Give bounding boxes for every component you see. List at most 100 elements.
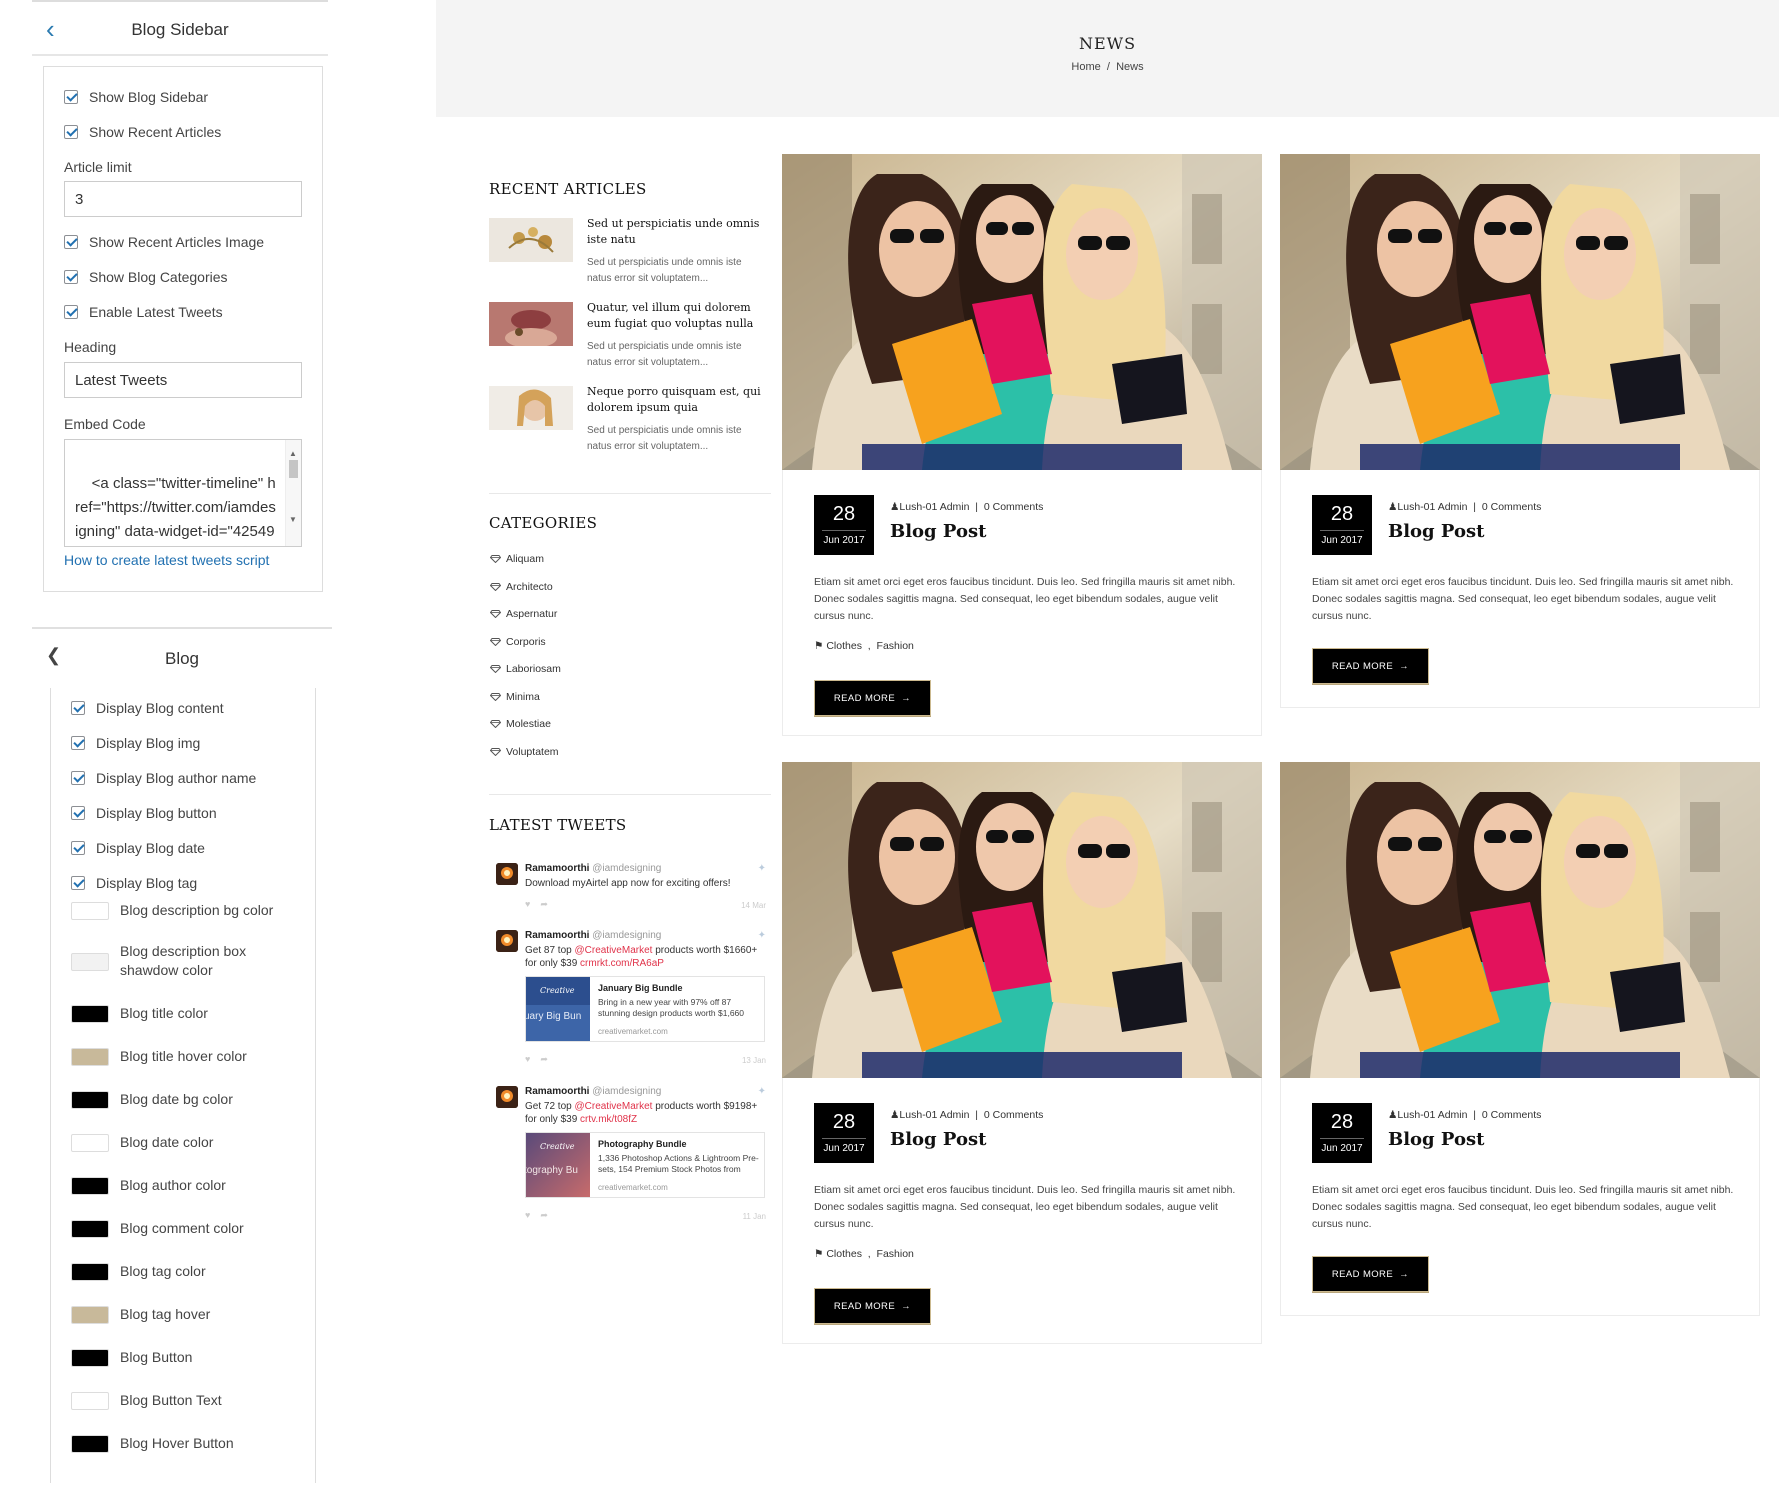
post-title[interactable]: Blog Post bbox=[890, 1129, 986, 1150]
divider bbox=[489, 493, 771, 494]
tweet-actions[interactable]: ♥ ➦ bbox=[525, 899, 548, 910]
mention-link[interactable]: @CreativeMarket bbox=[574, 945, 652, 956]
enable-latest-tweets-checkbox[interactable]: Enable Latest Tweets bbox=[64, 304, 223, 320]
category-link[interactable]: Architecto bbox=[490, 581, 553, 593]
blog-option-checkbox[interactable]: Display Blog author name bbox=[71, 770, 256, 786]
post-image[interactable] bbox=[782, 154, 1262, 470]
color-swatch[interactable] bbox=[71, 1177, 109, 1195]
read-more-button[interactable]: READ MORE → bbox=[1312, 648, 1429, 684]
blog-option-checkbox[interactable]: Display Blog button bbox=[71, 805, 217, 821]
card-desc: Bring in a new year with 97% off 87 stun… bbox=[598, 997, 745, 1018]
color-swatch[interactable] bbox=[71, 1263, 109, 1281]
color-swatch[interactable] bbox=[71, 1091, 109, 1109]
post-comments[interactable]: 0 Comments bbox=[984, 501, 1044, 513]
category-link[interactable]: Laboriosam bbox=[490, 663, 561, 675]
category-link[interactable]: Molestiae bbox=[490, 718, 551, 730]
read-more-button[interactable]: READ MORE → bbox=[814, 1288, 931, 1324]
category-link[interactable]: Corporis bbox=[490, 636, 546, 648]
checkbox-icon[interactable] bbox=[71, 736, 85, 750]
read-more-button[interactable]: READ MORE → bbox=[814, 680, 931, 716]
checkbox-icon[interactable] bbox=[71, 806, 85, 820]
recent-article-thumb[interactable] bbox=[489, 218, 573, 262]
tweet-actions[interactable]: ♥ ➦ bbox=[525, 1054, 548, 1065]
tweet-link[interactable]: crmrkt.com/RA6aP bbox=[580, 958, 664, 969]
post-comments[interactable]: 0 Comments bbox=[984, 1109, 1044, 1121]
color-swatch[interactable] bbox=[71, 1048, 109, 1066]
category-link[interactable]: Aliquam bbox=[490, 553, 544, 565]
show-blog-sidebar-checkbox[interactable]: Show Blog Sidebar bbox=[64, 89, 208, 105]
tweet-author[interactable]: Ramamoorthi @iamdesigning bbox=[525, 1086, 661, 1097]
checkbox-icon[interactable] bbox=[71, 701, 85, 715]
embed-code-textarea[interactable]: <a class="twitter-timeline" href="https:… bbox=[64, 439, 302, 547]
show-recent-articles-checkbox[interactable]: Show Recent Articles bbox=[64, 124, 221, 140]
avatar[interactable] bbox=[496, 1086, 518, 1108]
scrollbar-thumb[interactable] bbox=[289, 460, 298, 478]
color-swatch[interactable] bbox=[71, 1220, 109, 1238]
checkbox-icon[interactable] bbox=[64, 305, 78, 319]
post-title[interactable]: Blog Post bbox=[1388, 521, 1484, 542]
tweet-author[interactable]: Ramamoorthi @iamdesigning bbox=[525, 930, 661, 941]
breadcrumb-home[interactable]: Home bbox=[1071, 61, 1100, 73]
latest-tweets-help-link[interactable]: How to create latest tweets script bbox=[64, 552, 269, 568]
post-author[interactable]: Lush-01 Admin bbox=[1397, 501, 1467, 513]
post-tag-link[interactable]: Clothes bbox=[826, 640, 862, 652]
mention-link[interactable]: @CreativeMarket bbox=[574, 1101, 652, 1112]
read-more-button[interactable]: READ MORE → bbox=[1312, 1256, 1429, 1292]
heading-input[interactable]: Latest Tweets bbox=[64, 362, 302, 398]
tweet-card[interactable]: Creative tography Bu Photography Bundle 1… bbox=[525, 1132, 765, 1198]
post-image[interactable] bbox=[782, 762, 1262, 1078]
post-tag-link[interactable]: Fashion bbox=[877, 1248, 914, 1260]
category-link[interactable]: Minima bbox=[490, 691, 540, 703]
post-body: 28 Jun 2017 ♟Lush-01 Admin | 0 Comments Blo… bbox=[1280, 470, 1760, 708]
blog-option-checkbox[interactable]: Display Blog date bbox=[71, 840, 205, 856]
checkbox-icon[interactable] bbox=[64, 90, 78, 104]
color-swatch[interactable] bbox=[71, 953, 109, 971]
color-swatch[interactable] bbox=[71, 1005, 109, 1023]
textarea-scrollbar[interactable]: ▲ ▼ bbox=[285, 440, 301, 546]
post-comments[interactable]: 0 Comments bbox=[1482, 1109, 1542, 1121]
category-link[interactable]: Aspernatur bbox=[490, 608, 557, 620]
blog-option-checkbox[interactable]: Display Blog content bbox=[71, 700, 224, 716]
blog-sidebar-settings: Show Blog Sidebar Show Recent Articles A… bbox=[43, 66, 323, 592]
post-title[interactable]: Blog Post bbox=[1388, 1129, 1484, 1150]
category-link[interactable]: Voluptatem bbox=[490, 746, 559, 758]
post-author[interactable]: Lush-01 Admin bbox=[899, 501, 969, 513]
avatar[interactable] bbox=[496, 863, 518, 885]
recent-article-title[interactable]: Neque porro quisquam est, qui dolorem ip… bbox=[587, 384, 762, 416]
recent-article-thumb[interactable] bbox=[489, 302, 573, 346]
post-title[interactable]: Blog Post bbox=[890, 521, 986, 542]
recent-article-title[interactable]: Sed ut perspiciatis unde omnis iste natu bbox=[587, 216, 762, 248]
color-swatch[interactable] bbox=[71, 1392, 109, 1410]
checkbox-icon[interactable] bbox=[64, 125, 78, 139]
post-image[interactable] bbox=[1280, 762, 1760, 1078]
color-swatch[interactable] bbox=[71, 1349, 109, 1367]
post-tag-link[interactable]: Clothes bbox=[826, 1248, 862, 1260]
color-swatch[interactable] bbox=[71, 1435, 109, 1453]
checkbox-icon[interactable] bbox=[64, 270, 78, 284]
recent-article-thumb[interactable] bbox=[489, 386, 573, 430]
post-image[interactable] bbox=[1280, 154, 1760, 470]
checkbox-icon[interactable] bbox=[71, 876, 85, 890]
post-author[interactable]: Lush-01 Admin bbox=[899, 1109, 969, 1121]
tweet-link[interactable]: crtv.mk/t08fZ bbox=[580, 1114, 637, 1125]
blog-option-checkbox[interactable]: Display Blog img bbox=[71, 735, 200, 751]
tweet-author[interactable]: Ramamoorthi @iamdesigning bbox=[525, 863, 661, 874]
post-tag-link[interactable]: Fashion bbox=[877, 640, 914, 652]
checkbox-icon[interactable] bbox=[71, 841, 85, 855]
color-swatch[interactable] bbox=[71, 1134, 109, 1152]
article-limit-input[interactable]: 3 bbox=[64, 181, 302, 217]
show-recent-articles-image-checkbox[interactable]: Show Recent Articles Image bbox=[64, 234, 264, 250]
post-comments[interactable]: 0 Comments bbox=[1482, 501, 1542, 513]
recent-article-title[interactable]: Quatur, vel illum qui dolorem eum fugiat… bbox=[587, 300, 762, 332]
tweet-actions[interactable]: ♥ ➦ bbox=[525, 1210, 548, 1221]
scroll-down-icon[interactable]: ▼ bbox=[289, 508, 297, 532]
avatar[interactable] bbox=[496, 930, 518, 952]
post-author[interactable]: Lush-01 Admin bbox=[1397, 1109, 1467, 1121]
color-swatch[interactable] bbox=[71, 902, 109, 920]
checkbox-icon[interactable] bbox=[64, 235, 78, 249]
tweet-card[interactable]: Creative uary Big Bun January Big Bundle … bbox=[525, 976, 765, 1042]
color-swatch[interactable] bbox=[71, 1306, 109, 1324]
show-blog-categories-checkbox[interactable]: Show Blog Categories bbox=[64, 269, 228, 285]
checkbox-icon[interactable] bbox=[71, 771, 85, 785]
blog-option-checkbox[interactable]: Display Blog tag bbox=[71, 875, 197, 891]
